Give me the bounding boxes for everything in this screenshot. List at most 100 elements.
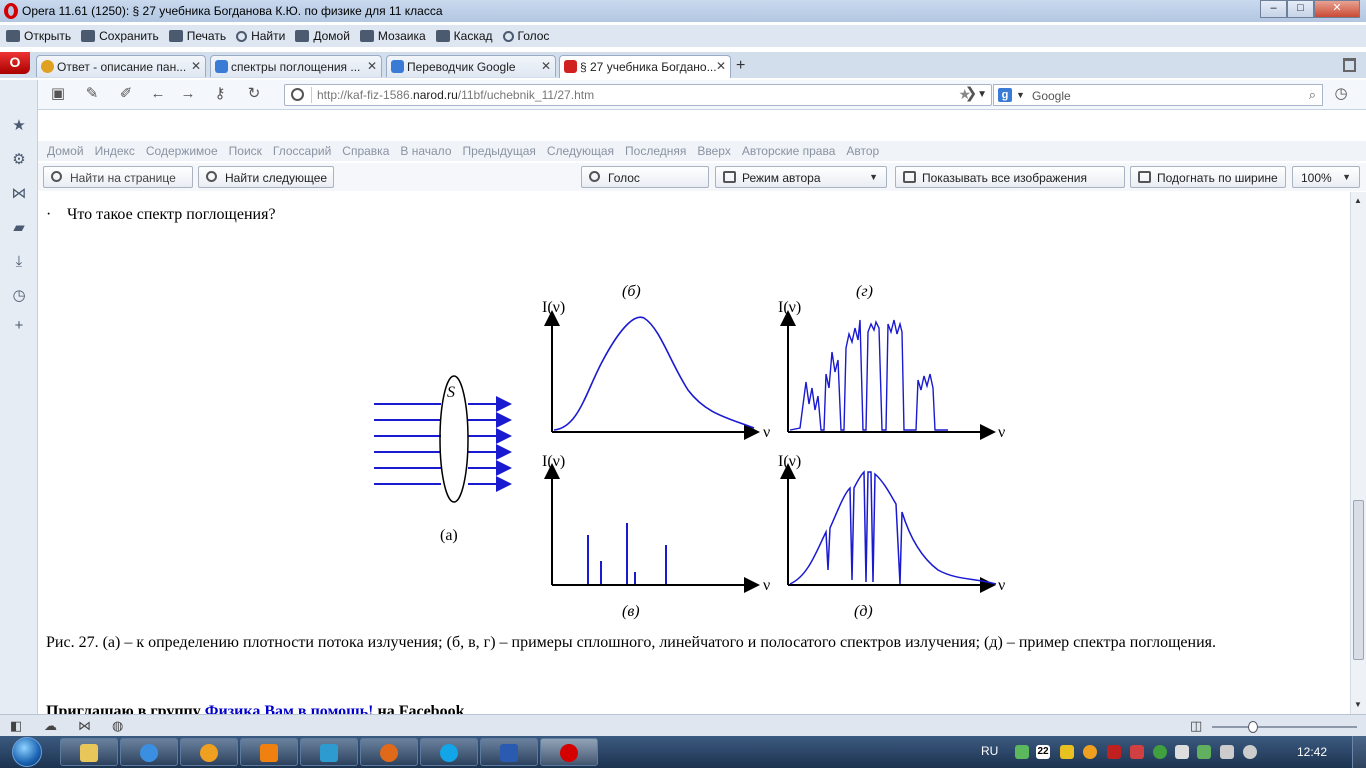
- search-engine-dropdown-icon[interactable]: ▼: [1016, 90, 1025, 100]
- trash-icon[interactable]: [1343, 58, 1356, 72]
- opera-menu-button[interactable]: O: [0, 52, 30, 74]
- zoom-slider-knob[interactable]: [1248, 721, 1258, 733]
- tab-close-icon[interactable]: ✕: [716, 59, 726, 73]
- key-icon[interactable]: ⚷: [212, 86, 228, 101]
- author-mode-select[interactable]: Режим автора ▼: [715, 166, 887, 188]
- back-icon[interactable]: ←: [150, 86, 166, 101]
- taskbar-skype[interactable]: [420, 738, 478, 766]
- network-icon[interactable]: [1220, 745, 1234, 759]
- save-button[interactable]: Сохранить: [81, 29, 159, 43]
- volume-icon[interactable]: [1243, 745, 1257, 759]
- voice-button[interactable]: Голос: [581, 166, 709, 188]
- taskbar-kmplayer[interactable]: [300, 738, 358, 766]
- search-icon[interactable]: ⌕: [1309, 87, 1316, 103]
- tray-app-icon[interactable]: [1015, 745, 1029, 759]
- site-nav-home[interactable]: Домой: [47, 144, 84, 158]
- forward-icon[interactable]: →: [180, 86, 196, 101]
- tab-close-icon[interactable]: ✕: [191, 59, 201, 73]
- unite-icon[interactable]: ⋈: [78, 719, 92, 732]
- view-icon[interactable]: ◫: [1190, 719, 1204, 732]
- taskbar-explorer[interactable]: [60, 738, 118, 766]
- settings-gear-icon[interactable]: ⚙: [11, 152, 27, 168]
- zoom-slider[interactable]: [1212, 721, 1357, 733]
- site-nav-glossary[interactable]: Глоссарий: [273, 144, 331, 158]
- site-nav-index[interactable]: Индекс: [95, 144, 135, 158]
- cascade-button[interactable]: Каскад: [435, 29, 493, 43]
- tab-close-icon[interactable]: ✕: [541, 59, 551, 73]
- vertical-scrollbar[interactable]: ▲ ▼: [1350, 192, 1366, 714]
- minimize-button[interactable]: –: [1260, 0, 1287, 18]
- reload-icon[interactable]: ↻: [246, 86, 262, 101]
- zoom-select[interactable]: 100% ▼: [1292, 166, 1360, 188]
- cloud-icon[interactable]: ☁: [44, 719, 58, 732]
- usb-icon[interactable]: [1175, 745, 1189, 759]
- calendar-icon[interactable]: 22: [1036, 745, 1050, 759]
- tray-player-icon[interactable]: [1083, 745, 1097, 759]
- scrollbar-thumb[interactable]: [1353, 500, 1364, 660]
- share-icon[interactable]: ⋈: [11, 186, 27, 202]
- home-button[interactable]: Домой: [295, 29, 350, 43]
- scroll-down-icon[interactable]: ▼: [1354, 700, 1362, 709]
- site-nav-up[interactable]: Вверх: [697, 144, 730, 158]
- site-nav-next[interactable]: Следующая: [547, 144, 614, 158]
- site-nav-help[interactable]: Справка: [342, 144, 389, 158]
- google-search-icon[interactable]: g: [998, 88, 1012, 102]
- shield-icon[interactable]: [1060, 745, 1074, 759]
- flag-icon[interactable]: [1197, 745, 1211, 759]
- site-nav-last[interactable]: Последняя: [625, 144, 686, 158]
- voice-button[interactable]: Голос: [502, 29, 549, 43]
- tab-close-icon[interactable]: ✕: [367, 59, 377, 73]
- site-nav-contents[interactable]: Содержимое: [146, 144, 218, 158]
- pen-icon[interactable]: ✐: [118, 86, 134, 101]
- add-panel-icon[interactable]: +: [11, 318, 27, 334]
- site-nav-author[interactable]: Автор: [846, 144, 879, 158]
- new-tab-button[interactable]: +: [736, 57, 745, 75]
- site-nav-first[interactable]: В начало: [400, 144, 451, 158]
- site-nav-previous[interactable]: Предыдущая: [463, 144, 536, 158]
- site-nav-copyright[interactable]: Авторские права: [742, 144, 836, 158]
- address-field[interactable]: http://kaf-fiz-1586.narod.ru/11bf/uchebn…: [284, 84, 992, 106]
- history-clock-icon[interactable]: ◷: [11, 288, 27, 304]
- history-icon[interactable]: ◷: [1333, 86, 1349, 101]
- start-button[interactable]: [8, 736, 48, 768]
- fast-forward-icon[interactable]: ❯: [963, 86, 979, 101]
- tile-button[interactable]: Мозаика: [359, 29, 426, 43]
- tab-google-translate[interactable]: Переводчик Google ✕: [386, 55, 556, 77]
- tab-answer[interactable]: Ответ - описание пан... ✕: [36, 55, 206, 77]
- show-images-button[interactable]: Показывать все изображения: [895, 166, 1125, 188]
- find-on-page-input[interactable]: Найти на странице: [43, 166, 193, 188]
- facebook-group-link[interactable]: Физика Вам в помощь!: [205, 703, 374, 714]
- clock[interactable]: 12:42: [1297, 745, 1327, 759]
- language-indicator[interactable]: RU: [981, 744, 998, 758]
- taskbar-vlc[interactable]: [240, 738, 298, 766]
- downloads-icon[interactable]: ⤓: [11, 254, 27, 270]
- notes-icon[interactable]: ▰: [11, 220, 27, 236]
- taskbar-word[interactable]: [480, 738, 538, 766]
- find-next-button[interactable]: Найти следующее: [198, 166, 334, 188]
- search-field[interactable]: g ▼ Google ⌕: [993, 84, 1323, 106]
- taskbar-firefox[interactable]: [360, 738, 418, 766]
- fit-width-button[interactable]: Подогнать по ширине: [1130, 166, 1286, 188]
- find-button[interactable]: Найти: [236, 29, 285, 43]
- speed-dial-icon[interactable]: ▣: [50, 86, 66, 101]
- bookmarks-star-icon[interactable]: ★: [11, 118, 27, 134]
- print-button[interactable]: Печать: [168, 29, 226, 43]
- tab-textbook[interactable]: § 27 учебника Богдано... ✕: [559, 55, 731, 78]
- close-button[interactable]: ✕: [1314, 0, 1360, 18]
- taskbar-aimp[interactable]: [180, 738, 238, 766]
- show-desktop-button[interactable]: [1352, 736, 1366, 768]
- window-title-bar[interactable]: Opera 11.61 (1250): § 27 учебника Богдан…: [0, 0, 1366, 22]
- chrome-icon[interactable]: [1153, 745, 1167, 759]
- scroll-up-icon[interactable]: ▲: [1354, 196, 1362, 205]
- turbo-icon[interactable]: ◍: [112, 719, 126, 732]
- pdf-icon[interactable]: [1107, 745, 1121, 759]
- tray-tool-icon[interactable]: [1130, 745, 1144, 759]
- site-nav-search[interactable]: Поиск: [229, 144, 262, 158]
- maximize-button[interactable]: □: [1287, 0, 1314, 18]
- panel-toggle-icon[interactable]: ◧: [10, 719, 24, 732]
- tab-spectra-search[interactable]: спектры поглощения ... ✕: [210, 55, 382, 77]
- taskbar-ie[interactable]: [120, 738, 178, 766]
- open-button[interactable]: Открыть: [6, 29, 71, 43]
- taskbar-opera[interactable]: [540, 738, 598, 766]
- wrench-icon[interactable]: ✎: [84, 86, 100, 101]
